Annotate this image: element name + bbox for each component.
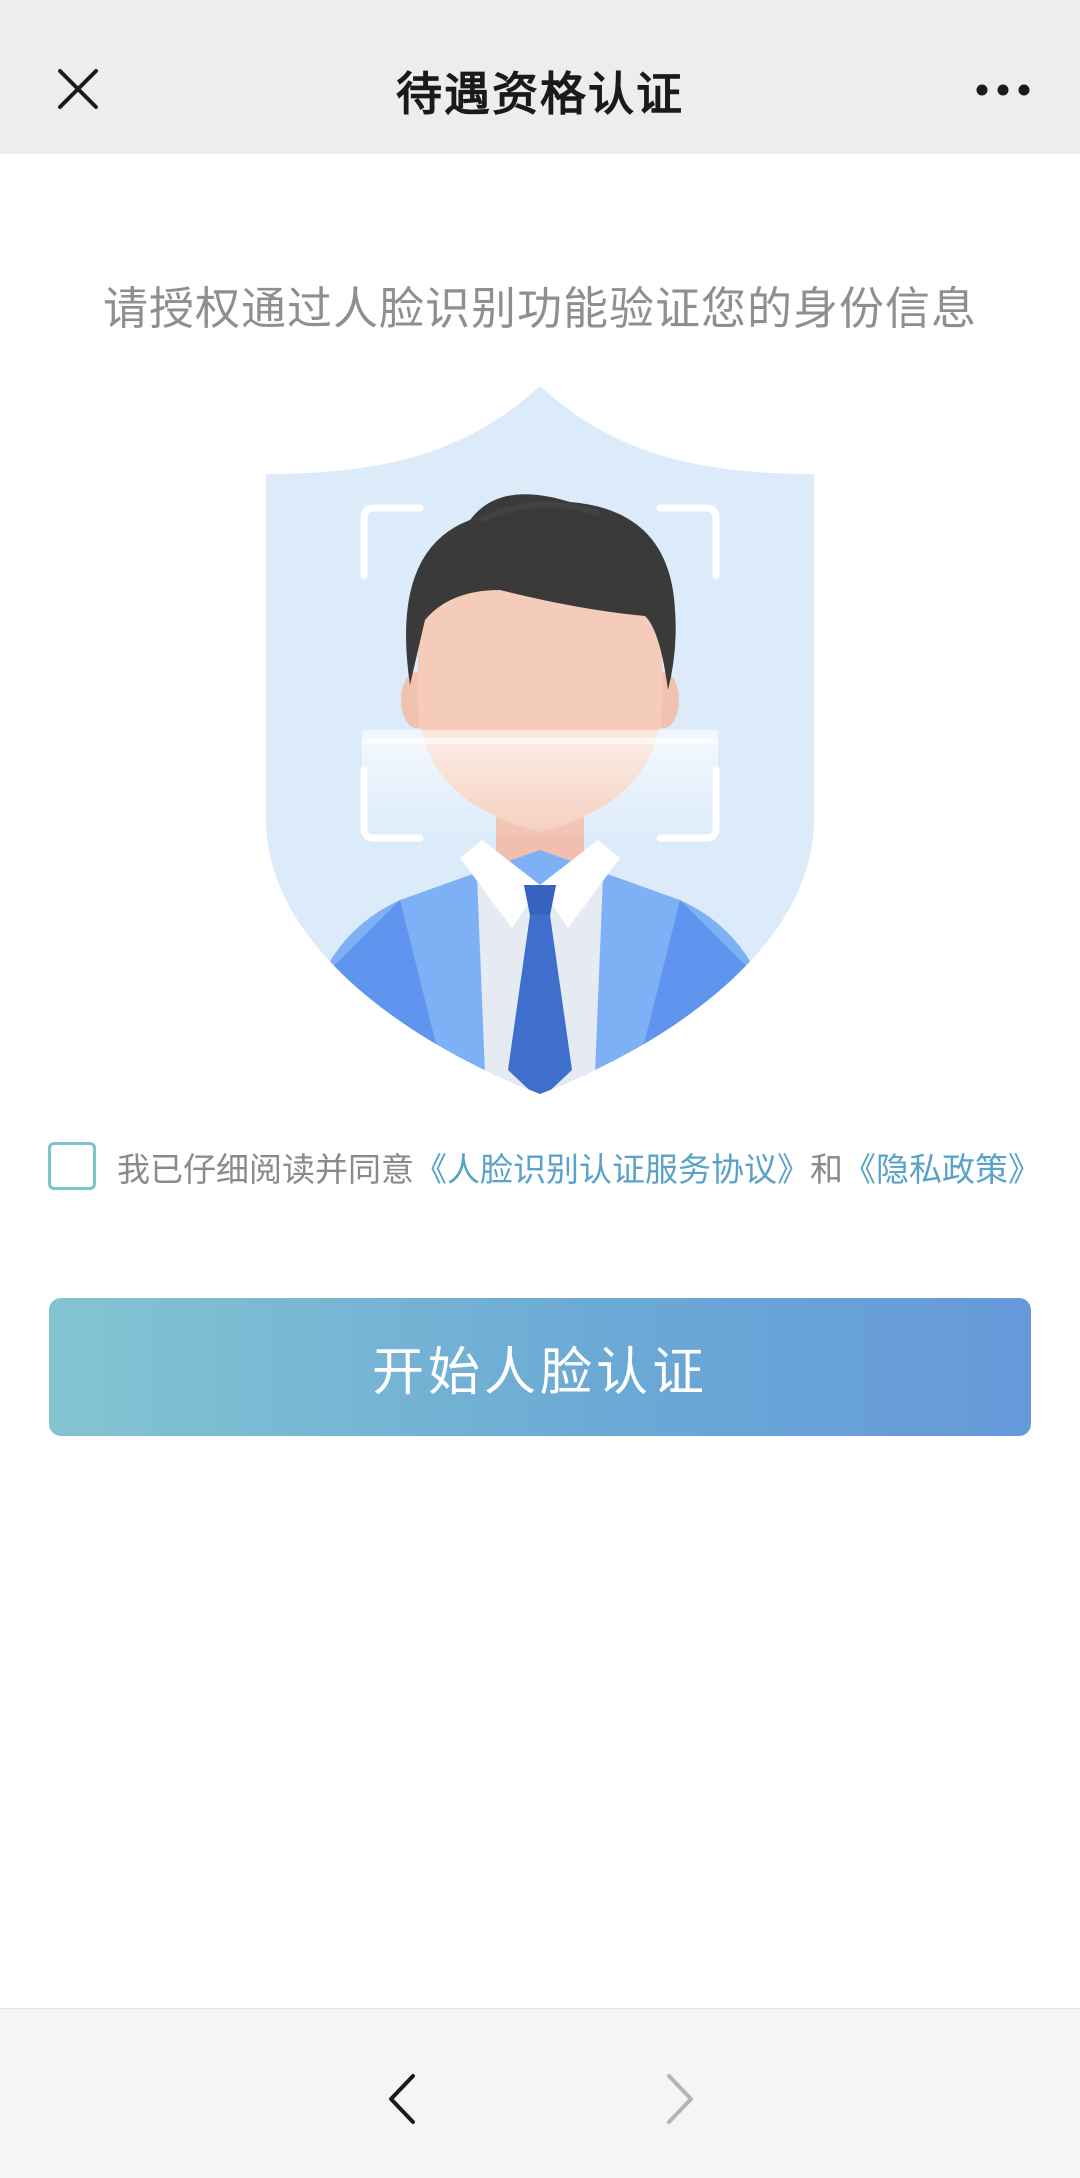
forward-button[interactable] [650,2069,710,2129]
face-recognition-agreement-link[interactable]: 《人脸识别认证服务协议》 [414,1150,810,1189]
top-navigation-bar: 待遇资格认证 [0,0,1080,154]
agreement-checkbox[interactable] [48,1142,96,1190]
agreement-prefix: 我已仔细阅读并同意 [117,1150,414,1189]
start-button-label: 开始人脸认证 [371,1342,708,1403]
chevron-right-icon [667,2074,693,2124]
bottom-navigation-bar [0,2008,1080,2178]
instruction-text: 请授权通过人脸识别功能验证您的身份信息 [102,282,977,335]
page-title: 待遇资格认证 [396,67,684,121]
agreement-text: 我已仔细阅读并同意《人脸识别认证服务协议》和《隐私政策》 [117,1140,1042,1200]
agreement-connector: 和 [810,1150,843,1189]
face-recognition-shield-illustration [250,380,830,1100]
start-face-verification-button[interactable]: 开始人脸认证 [49,1298,1031,1436]
privacy-policy-link[interactable]: 《隐私政策》 [843,1150,1041,1189]
back-button[interactable] [372,2069,432,2129]
chevron-left-icon [389,2074,415,2124]
more-button[interactable] [968,70,1038,110]
scan-band [362,738,718,838]
more-horizontal-icon [976,84,1030,96]
